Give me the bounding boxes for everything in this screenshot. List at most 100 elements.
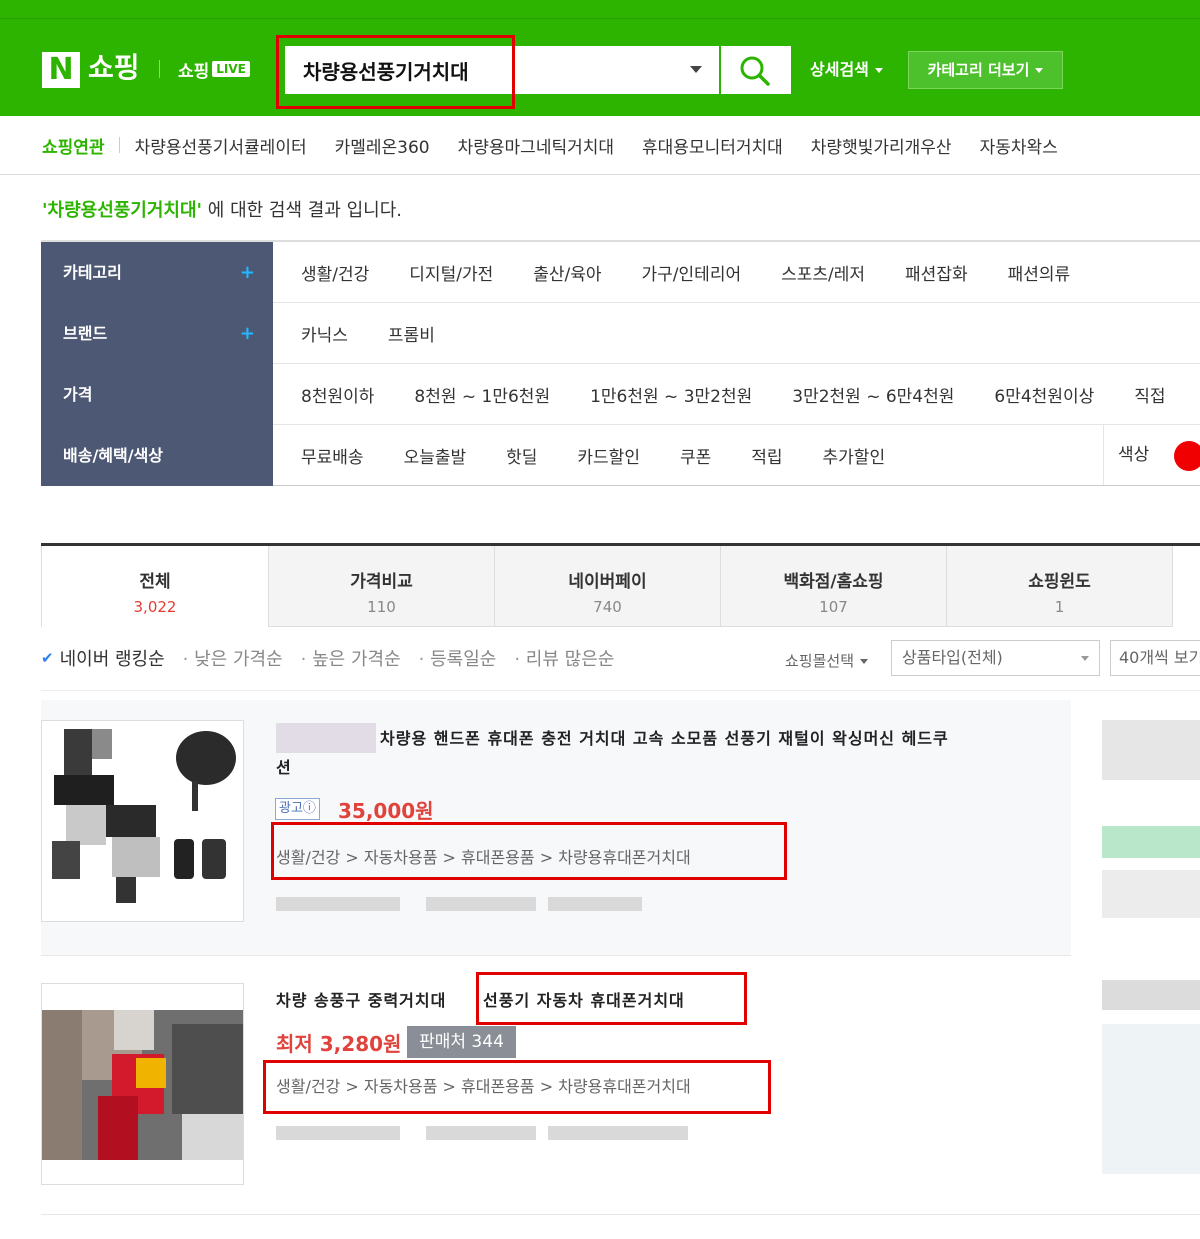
blurred-meta [548,1126,688,1140]
related-item[interactable]: 카멜레온360 [335,133,430,158]
result-suffix: 에 대한 검색 결과 입니다. [202,200,402,221]
product-title[interactable]: 차량용 핸드폰 휴대폰 충전 거치대 고속 소모품 선풍기 재털이 왁싱머신 헤… [380,724,949,753]
seller-count-button[interactable]: 판매처 344 [407,1026,516,1058]
product-price: 35,000원 [338,799,434,823]
filter-option[interactable]: 출산/육아 [533,260,601,285]
color-swatch-red[interactable] [1174,441,1200,471]
related-search-bar: 쇼핑연관 차량용선풍기서큘레이터 카멜레온360 차량용마그네틱거치대 휴대용모… [0,116,1200,175]
related-item[interactable]: 차량용선풍기서큘레이터 [135,133,307,158]
plus-icon[interactable]: + [240,242,255,303]
product-type-select[interactable]: 상품타입(전체) [891,640,1100,676]
shopping-live-link[interactable]: 쇼핑 LIVE [178,56,250,82]
filter-option[interactable]: 카드할인 [577,443,640,468]
filter-option[interactable]: 1만6천원 ~ 3만2천원 [590,382,752,407]
blurred-meta [276,897,400,911]
filter-option[interactable]: 프롬비 [388,321,435,346]
naver-n-logo[interactable]: N [42,52,80,88]
tab-label: 전체 [139,572,171,592]
blurred-meta [426,1126,536,1140]
tab-count: 1 [1054,598,1065,616]
filter-option[interactable]: 생활/건강 [301,260,369,285]
filter-items: 카닉스 프롬비 [273,303,1200,364]
tab-shopping-window[interactable]: 쇼핑윈도 1 [947,546,1173,627]
filter-option[interactable]: 무료배송 [301,443,364,468]
filter-option[interactable]: 카닉스 [301,321,348,346]
tab-department-store[interactable]: 백화점/홈쇼핑 107 [721,546,947,627]
filter-row-price: 가격 8천원이하 8천원 ~ 1만6천원 1만6천원 ~ 3만2천원 3만2천원… [41,364,1200,425]
blurred-mall-name [276,723,376,753]
tab-naverpay[interactable]: 네이버페이 740 [495,546,721,627]
sort-divider [41,690,1200,691]
search-input[interactable] [285,46,685,94]
mall-select-dropdown[interactable]: 쇼핑몰선택 [785,650,868,671]
filter-items: 8천원이하 8천원 ~ 1만6천원 1만6천원 ~ 3만2천원 3만2천원 ~ … [273,364,1200,425]
blurred-side-ad [1102,720,1200,780]
related-item[interactable]: 차량햇빛가리개우산 [811,133,952,158]
sort-ranking[interactable]: 네이버 랭킹순 [60,645,165,671]
result-message: '차량용선풍기거치대' 에 대한 검색 결과 입니다. [42,196,402,222]
thumb-pixel [116,877,136,903]
result-tabs: 전체 3,022 가격비교 110 네이버페이 740 백화점/홈쇼핑 107 … [41,543,1200,627]
search-button[interactable] [721,46,791,94]
check-icon: ✔ [41,649,54,667]
blurred-meta [426,897,536,911]
filter-header-delivery: 배송/혜택/색상 [41,425,273,486]
search-box [285,46,719,94]
filter-option[interactable]: 추가할인 [823,443,886,468]
thumb-pixel [174,839,194,879]
filter-option[interactable]: 디지털/가전 [409,260,493,285]
related-item[interactable]: 휴대용모니터거치대 [642,133,783,158]
filter-option[interactable]: 패션잡화 [905,260,968,285]
tab-count: 107 [819,598,848,616]
thumb-pixel [112,837,160,877]
filter-option[interactable]: 직접 [1134,382,1165,407]
filter-option[interactable]: 3만2천원 ~ 6만4천원 [792,382,954,407]
filter-option[interactable]: 스포츠/레저 [781,260,865,285]
product-title-highlighted[interactable]: 선풍기 자동차 휴대폰거치대 [483,986,685,1015]
product-thumbnail[interactable] [41,720,244,922]
product-category-path[interactable]: 생활/건강 > 자동차용품 > 휴대폰용품 > 차량용휴대폰거치대 [276,1073,691,1097]
related-item[interactable]: 차량용마그네틱거치대 [458,133,614,158]
thumb-pixel [192,781,198,811]
product-title[interactable]: 차량 송풍구 중력거치대 [276,986,446,1015]
category-more-button[interactable]: 카테고리 더보기 [908,51,1063,89]
filter-option[interactable]: 핫딜 [506,443,537,468]
related-item[interactable]: 자동차왁스 [980,133,1058,158]
thumb-pixel [42,1010,82,1160]
product-category-path[interactable]: 생활/건강 > 자동차용품 > 휴대폰용품 > 차량용휴대폰거치대 [276,844,691,868]
sort-high-price[interactable]: 높은 가격순 [301,645,401,671]
filter-option[interactable]: 적립 [751,443,782,468]
tab-label: 네이버페이 [568,572,647,592]
detail-search-button[interactable]: 상세검색 [810,56,883,84]
thumb-pixel [114,1010,154,1050]
shopping-logo-text[interactable]: 쇼핑 [88,48,140,88]
filter-option[interactable]: 패션의류 [1008,260,1071,285]
filter-option[interactable]: 8천원이하 [301,382,374,407]
tab-label: 백화점/홈쇼핑 [783,572,884,592]
filter-option[interactable]: 가구/인테리어 [642,260,742,285]
live-link-text: 쇼핑 [178,61,210,82]
tab-all[interactable]: 전체 3,022 [41,546,269,627]
page-size-select[interactable]: 40개씩 보기 [1110,640,1200,676]
ad-badge[interactable]: 광고ⓘ [275,798,320,820]
thumb-pixel [202,839,226,879]
logo-separator [159,60,160,78]
header-divider [0,18,1200,19]
filter-option[interactable]: 쿠폰 [680,443,711,468]
sort-reviews[interactable]: 리뷰 많은순 [514,645,615,671]
sort-low-price[interactable]: 낮은 가격순 [183,645,283,671]
filter-option[interactable]: 8천원 ~ 1만6천원 [414,382,550,407]
filter-header-brand[interactable]: 브랜드 + [41,303,273,364]
plus-icon[interactable]: + [240,303,255,364]
sort-newest[interactable]: 등록일순 [419,645,496,671]
blurred-side-ad [1102,1024,1200,1174]
filter-option[interactable]: 오늘출발 [404,443,467,468]
filter-header-category[interactable]: 카테고리 + [41,242,273,303]
product-title-continued[interactable]: 션 [276,753,292,782]
filter-option[interactable]: 6만4천원이상 [994,382,1094,407]
thumb-pixel [42,1160,243,1184]
search-autocomplete-chevron-down-icon[interactable] [690,66,702,73]
product-thumbnail[interactable] [41,983,244,1185]
tab-price-compare[interactable]: 가격비교 110 [269,546,495,627]
live-badge: LIVE [212,61,250,77]
